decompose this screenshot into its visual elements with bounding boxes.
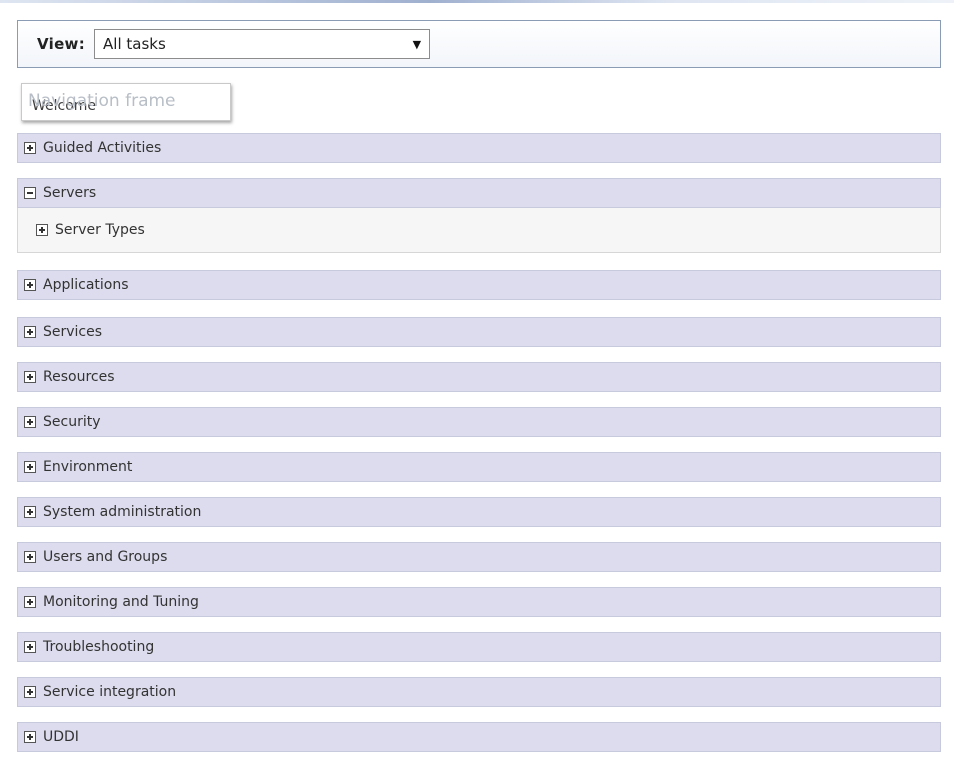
expand-plus-icon[interactable] [24, 416, 36, 428]
nav-item-label: Services [43, 324, 103, 340]
nav-item-label: Troubleshooting [43, 639, 155, 655]
expand-plus-icon[interactable] [24, 596, 36, 608]
nav-item-security[interactable]: Security [17, 407, 941, 437]
nav-item-resources[interactable]: Resources [17, 362, 941, 392]
top-border [0, 0, 954, 3]
nav-item-applications[interactable]: Applications [17, 270, 941, 300]
nav-item-servers[interactable]: Servers [17, 178, 941, 208]
expand-plus-icon[interactable] [24, 326, 36, 338]
nav-item-label: Users and Groups [43, 549, 168, 565]
nav-item-service-integration[interactable]: Service integration [17, 677, 941, 707]
expand-plus-icon[interactable] [36, 224, 48, 236]
expand-plus-icon[interactable] [24, 551, 36, 563]
nav-item-uddi[interactable]: UDDI [17, 722, 941, 752]
nav-item-label: Resources [43, 369, 115, 385]
expand-plus-icon[interactable] [24, 461, 36, 473]
navigation-frame-tooltip: Welcome Navigation frame [21, 83, 231, 121]
expand-plus-icon[interactable] [24, 371, 36, 383]
nav-item-label: Service integration [43, 684, 177, 700]
nav-item-environment[interactable]: Environment [17, 452, 941, 482]
dropdown-arrow-icon: ▼ [412, 37, 422, 51]
view-label: View: [37, 35, 86, 53]
nav-item-system-administration[interactable]: System administration [17, 497, 941, 527]
nav-item-troubleshooting[interactable]: Troubleshooting [17, 632, 941, 662]
nav-item-label: System administration [43, 504, 202, 520]
expand-plus-icon[interactable] [24, 686, 36, 698]
nav-item-label: Monitoring and Tuning [43, 594, 199, 610]
expand-plus-icon[interactable] [24, 279, 36, 291]
nav-subitem-server-types[interactable]: Server Types [17, 208, 941, 253]
expand-plus-icon[interactable] [24, 506, 36, 518]
nav-item-label: Security [43, 414, 101, 430]
nav-item-guided-activities[interactable]: Guided Activities [17, 133, 941, 163]
nav-item-monitoring-and-tuning[interactable]: Monitoring and Tuning [17, 587, 941, 617]
view-filter-bar: View: All tasks ▼ [17, 20, 941, 68]
collapse-minus-icon[interactable] [24, 187, 36, 199]
tooltip-text: Navigation frame [28, 91, 176, 111]
expand-plus-icon[interactable] [24, 142, 36, 154]
view-select-value: All tasks [103, 35, 166, 53]
nav-item-label: Servers [43, 185, 97, 201]
expand-plus-icon[interactable] [24, 731, 36, 743]
nav-item-users-and-groups[interactable]: Users and Groups [17, 542, 941, 572]
nav-item-label: UDDI [43, 729, 79, 745]
nav-item-label: Applications [43, 277, 129, 293]
nav-item-label: Guided Activities [43, 140, 162, 156]
nav-item-services[interactable]: Services [17, 317, 941, 347]
view-select[interactable]: All tasks ▼ [94, 29, 431, 59]
nav-subitem-label: Server Types [55, 222, 145, 238]
nav-item-label: Environment [43, 459, 133, 475]
expand-plus-icon[interactable] [24, 641, 36, 653]
